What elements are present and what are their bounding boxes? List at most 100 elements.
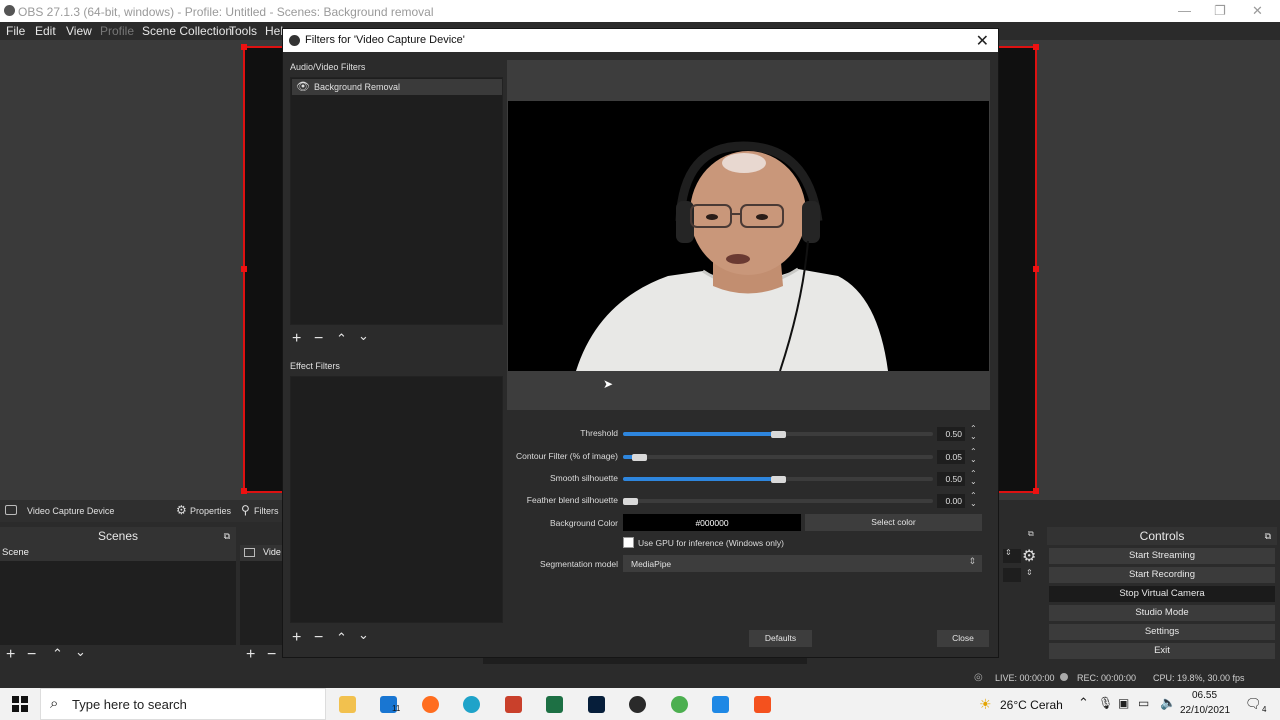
add-scene-icon[interactable]: + [6, 647, 15, 663]
slider-track[interactable] [623, 455, 933, 459]
source-toolbar: Video Capture Device ⚙ Properties ⚲ Filt… [0, 500, 282, 522]
sources-list: Vide [240, 545, 282, 645]
chrome-icon[interactable] [671, 696, 688, 713]
file-explorer-icon[interactable] [339, 696, 356, 713]
spin-down-icon[interactable]: ⌄ [970, 456, 977, 464]
powerpoint-icon[interactable] [505, 696, 522, 713]
move-up-icon[interactable]: ⌃ [52, 647, 63, 661]
add-source-icon[interactable]: + [246, 647, 255, 663]
close-button[interactable]: Close [937, 630, 989, 647]
move-up-icon[interactable]: ⌃ [336, 332, 347, 346]
gpu-checkbox[interactable] [623, 537, 634, 548]
move-down-icon[interactable]: ⌄ [358, 329, 369, 343]
app-icon[interactable] [712, 696, 729, 713]
resize-handle[interactable] [241, 488, 247, 494]
settings-button[interactable]: Settings [1049, 624, 1275, 640]
camera-icon [5, 505, 17, 515]
slider-handle[interactable] [771, 430, 786, 438]
value-spinbox[interactable]: 0.05 [937, 450, 965, 464]
remove-filter-icon[interactable]: − [314, 331, 323, 347]
eye-icon[interactable]: 👁 [296, 79, 310, 95]
microphone-icon[interactable]: 🎙 [1098, 696, 1113, 710]
spin-down-icon[interactable]: ⌄ [970, 500, 977, 508]
exit-button[interactable]: Exit [1049, 643, 1275, 659]
remove-filter-icon[interactable]: − [314, 630, 323, 646]
menu-file[interactable]: File [6, 24, 25, 38]
clock-date[interactable]: 22/10/2021 [1180, 705, 1230, 716]
spin-up-icon[interactable]: ⌃ [970, 425, 977, 433]
windows-start-icon[interactable] [12, 696, 28, 712]
remove-source-icon[interactable]: − [267, 647, 276, 663]
properties-button[interactable]: Properties [190, 506, 231, 516]
menu-scene-collection[interactable]: Scene Collection [142, 24, 232, 38]
add-filter-icon[interactable]: + [292, 630, 301, 646]
menu-edit[interactable]: Edit [35, 24, 56, 38]
move-up-icon[interactable]: ⌃ [336, 631, 347, 645]
start-recording-button[interactable]: Start Recording [1049, 567, 1275, 583]
stop-virtual-camera-button[interactable]: Stop Virtual Camera [1049, 586, 1275, 602]
value-spinbox[interactable]: 0.50 [937, 472, 965, 486]
select-color-button[interactable]: Select color [805, 514, 982, 531]
undock-icon[interactable]: ⧉ [1265, 527, 1271, 545]
weather-icon: ☀ [979, 696, 992, 712]
maximize-icon[interactable]: ❐ [1214, 3, 1226, 19]
photoshop-icon[interactable] [588, 696, 605, 713]
move-down-icon[interactable]: ⌄ [358, 628, 369, 642]
spin-up-icon[interactable]: ⌃ [970, 448, 977, 456]
resize-handle[interactable] [241, 266, 247, 272]
value-spinbox[interactable]: 0.50 [937, 427, 965, 441]
list-item[interactable]: Scene [0, 545, 236, 561]
spin-up-icon[interactable]: ⌃ [970, 492, 977, 500]
segmentation-select[interactable]: MediaPipe ⇕ [623, 555, 982, 572]
obs-icon[interactable] [629, 696, 646, 713]
app-icon[interactable] [754, 696, 771, 713]
chevron-updown-icon[interactable]: ⇕ [1005, 548, 1012, 557]
close-window-icon[interactable]: ✕ [1252, 3, 1263, 19]
firefox-icon[interactable] [422, 696, 439, 713]
tray-icon[interactable]: ▣ [1118, 696, 1129, 710]
excel-icon[interactable] [546, 696, 563, 713]
spin-arrows-icon[interactable]: ⇕ [1026, 568, 1033, 577]
slider-handle[interactable] [623, 497, 638, 505]
obs-logo-icon [4, 5, 15, 16]
slider-track[interactable] [623, 499, 933, 503]
spin-down-icon[interactable]: ⌄ [970, 433, 977, 441]
spin-up-icon[interactable]: ⌃ [970, 470, 977, 478]
resize-handle[interactable] [1033, 44, 1039, 50]
slider-fill [623, 432, 778, 436]
list-item[interactable]: Vide [240, 545, 282, 561]
value-spinbox[interactable]: 0.00 [937, 494, 965, 508]
menu-profile[interactable]: Profile [100, 24, 134, 38]
sources-toolbar: + − [240, 645, 282, 665]
studio-mode-button[interactable]: Studio Mode [1049, 605, 1275, 621]
resize-handle[interactable] [1033, 266, 1039, 272]
menu-view[interactable]: View [66, 24, 92, 38]
menu-tools[interactable]: Tools [229, 24, 257, 38]
minimize-icon[interactable]: — [1178, 3, 1191, 18]
undock-icon[interactable]: ⧉ [224, 527, 230, 545]
move-down-icon[interactable]: ⌄ [75, 645, 86, 659]
defaults-button[interactable]: Defaults [749, 630, 812, 647]
close-icon[interactable]: ✕ [976, 31, 989, 51]
chevron-up-icon[interactable]: ⌃ [1078, 695, 1089, 711]
volume-icon[interactable]: 🔈 [1160, 695, 1176, 711]
undock-icon[interactable]: ⧉ [1028, 529, 1034, 539]
resize-handle[interactable] [241, 44, 247, 50]
weather-text: 26°C Cerah [1000, 698, 1063, 712]
remove-scene-icon[interactable]: − [27, 647, 36, 663]
filters-button[interactable]: Filters [254, 506, 279, 516]
spin-down-icon[interactable]: ⌄ [970, 478, 977, 486]
start-streaming-button[interactable]: Start Streaming [1049, 548, 1275, 564]
clock-time[interactable]: 06.55 [1192, 690, 1217, 701]
add-filter-icon[interactable]: + [292, 331, 301, 347]
taskbar-search-box[interactable]: ⌕ Type here to search [40, 688, 326, 720]
notification-icon[interactable]: 🗨 [1245, 696, 1262, 712]
gear-icon[interactable]: ⚙ [1022, 546, 1036, 566]
network-icon[interactable]: ▭ [1138, 696, 1149, 710]
resize-handle[interactable] [1033, 488, 1039, 494]
slider-handle[interactable] [632, 453, 647, 461]
list-item[interactable]: 👁 Background Removal [292, 79, 502, 95]
slider-handle[interactable] [771, 475, 786, 483]
duration-field[interactable] [1003, 568, 1021, 582]
edge-icon[interactable] [463, 696, 480, 713]
